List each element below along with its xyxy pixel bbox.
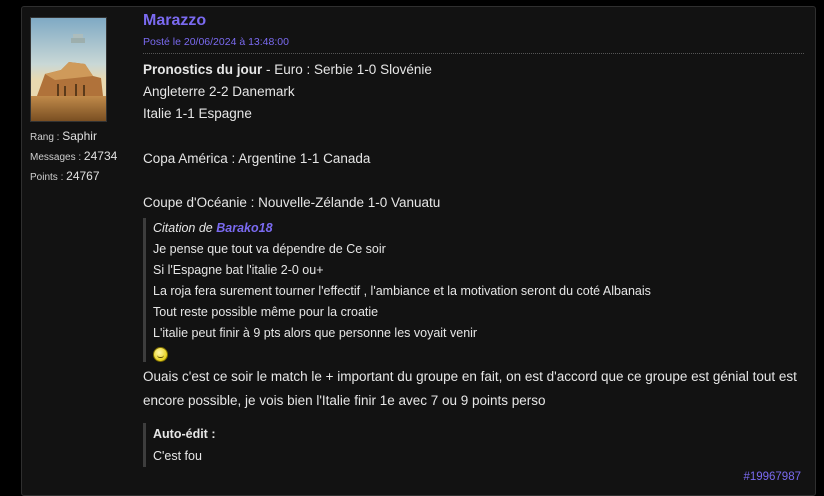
quote-line: Si l'Espagne bat l'italie 2-0 ou+: [153, 263, 324, 278]
messages-value: 24734: [83, 149, 118, 163]
reply-text: Ouais c'est ce soir le match le + import…: [143, 369, 797, 409]
user-stats: Rang : Saphir Messages : 24734 Points : …: [30, 127, 117, 187]
points-label: Points: [30, 172, 58, 183]
points-row: Points : 24767: [30, 169, 100, 183]
quote-author-link[interactable]: Barako18: [216, 221, 272, 235]
quote-line: La roja fera surement tourner l'effectif…: [153, 284, 651, 299]
messages-row: Messages : 24734: [30, 149, 118, 163]
autoedit-block: Auto-édit : C'est fou: [143, 423, 803, 468]
quote-line: Tout reste possible même pour la croatie: [153, 305, 379, 320]
quote-prefix: Citation de: [153, 221, 217, 236]
avatar[interactable]: [30, 17, 107, 122]
autoedit-title: Auto-édit :: [153, 427, 216, 442]
quote-line: Je pense que tout va dépendre de Ce soir: [153, 242, 386, 257]
messages-label: Messages: [30, 152, 76, 163]
prediction-line: Angleterre 2-2 Danemark: [143, 84, 295, 100]
intro-rest: - Euro : Serbie 1-0 Slovénie: [262, 62, 432, 77]
points-value: 24767: [66, 169, 100, 183]
post-id-link[interactable]: #19967987: [743, 471, 801, 483]
avatar-image: [31, 18, 106, 121]
quote-block: Citation de Barako18 Je pense que tout v…: [143, 218, 803, 363]
autoedit-text: C'est fou: [153, 449, 202, 464]
intro-line: Pronostics du jour - Euro : Serbie 1-0 S…: [143, 59, 803, 81]
prediction-line: Copa América : Argentine 1-1 Canada: [143, 150, 371, 166]
rank-row: Rang : Saphir: [30, 129, 97, 143]
rank-value: Saphir: [62, 129, 97, 143]
author-name[interactable]: Marazzo: [143, 12, 206, 30]
post-content: Pronostics du jour - Euro : Serbie 1-0 S…: [143, 59, 803, 468]
forum-post: Rang : Saphir Messages : 24734 Points : …: [21, 6, 816, 496]
post-date: Posté le 20/06/2024 à 13:48:00: [143, 36, 289, 48]
separator: [143, 53, 804, 54]
smiley-icon: [153, 346, 168, 362]
quote-header: Citation de Barako18: [153, 218, 803, 239]
prediction-line: Coupe d'Océanie : Nouvelle-Zélande 1-0 V…: [143, 195, 441, 211]
intro-bold: Pronostics du jour: [143, 62, 263, 77]
quote-line: L'italie peut finir à 9 pts alors que pe…: [153, 326, 478, 341]
prediction-line: Italie 1-1 Espagne: [143, 106, 252, 122]
rank-label: Rang: [30, 132, 54, 143]
